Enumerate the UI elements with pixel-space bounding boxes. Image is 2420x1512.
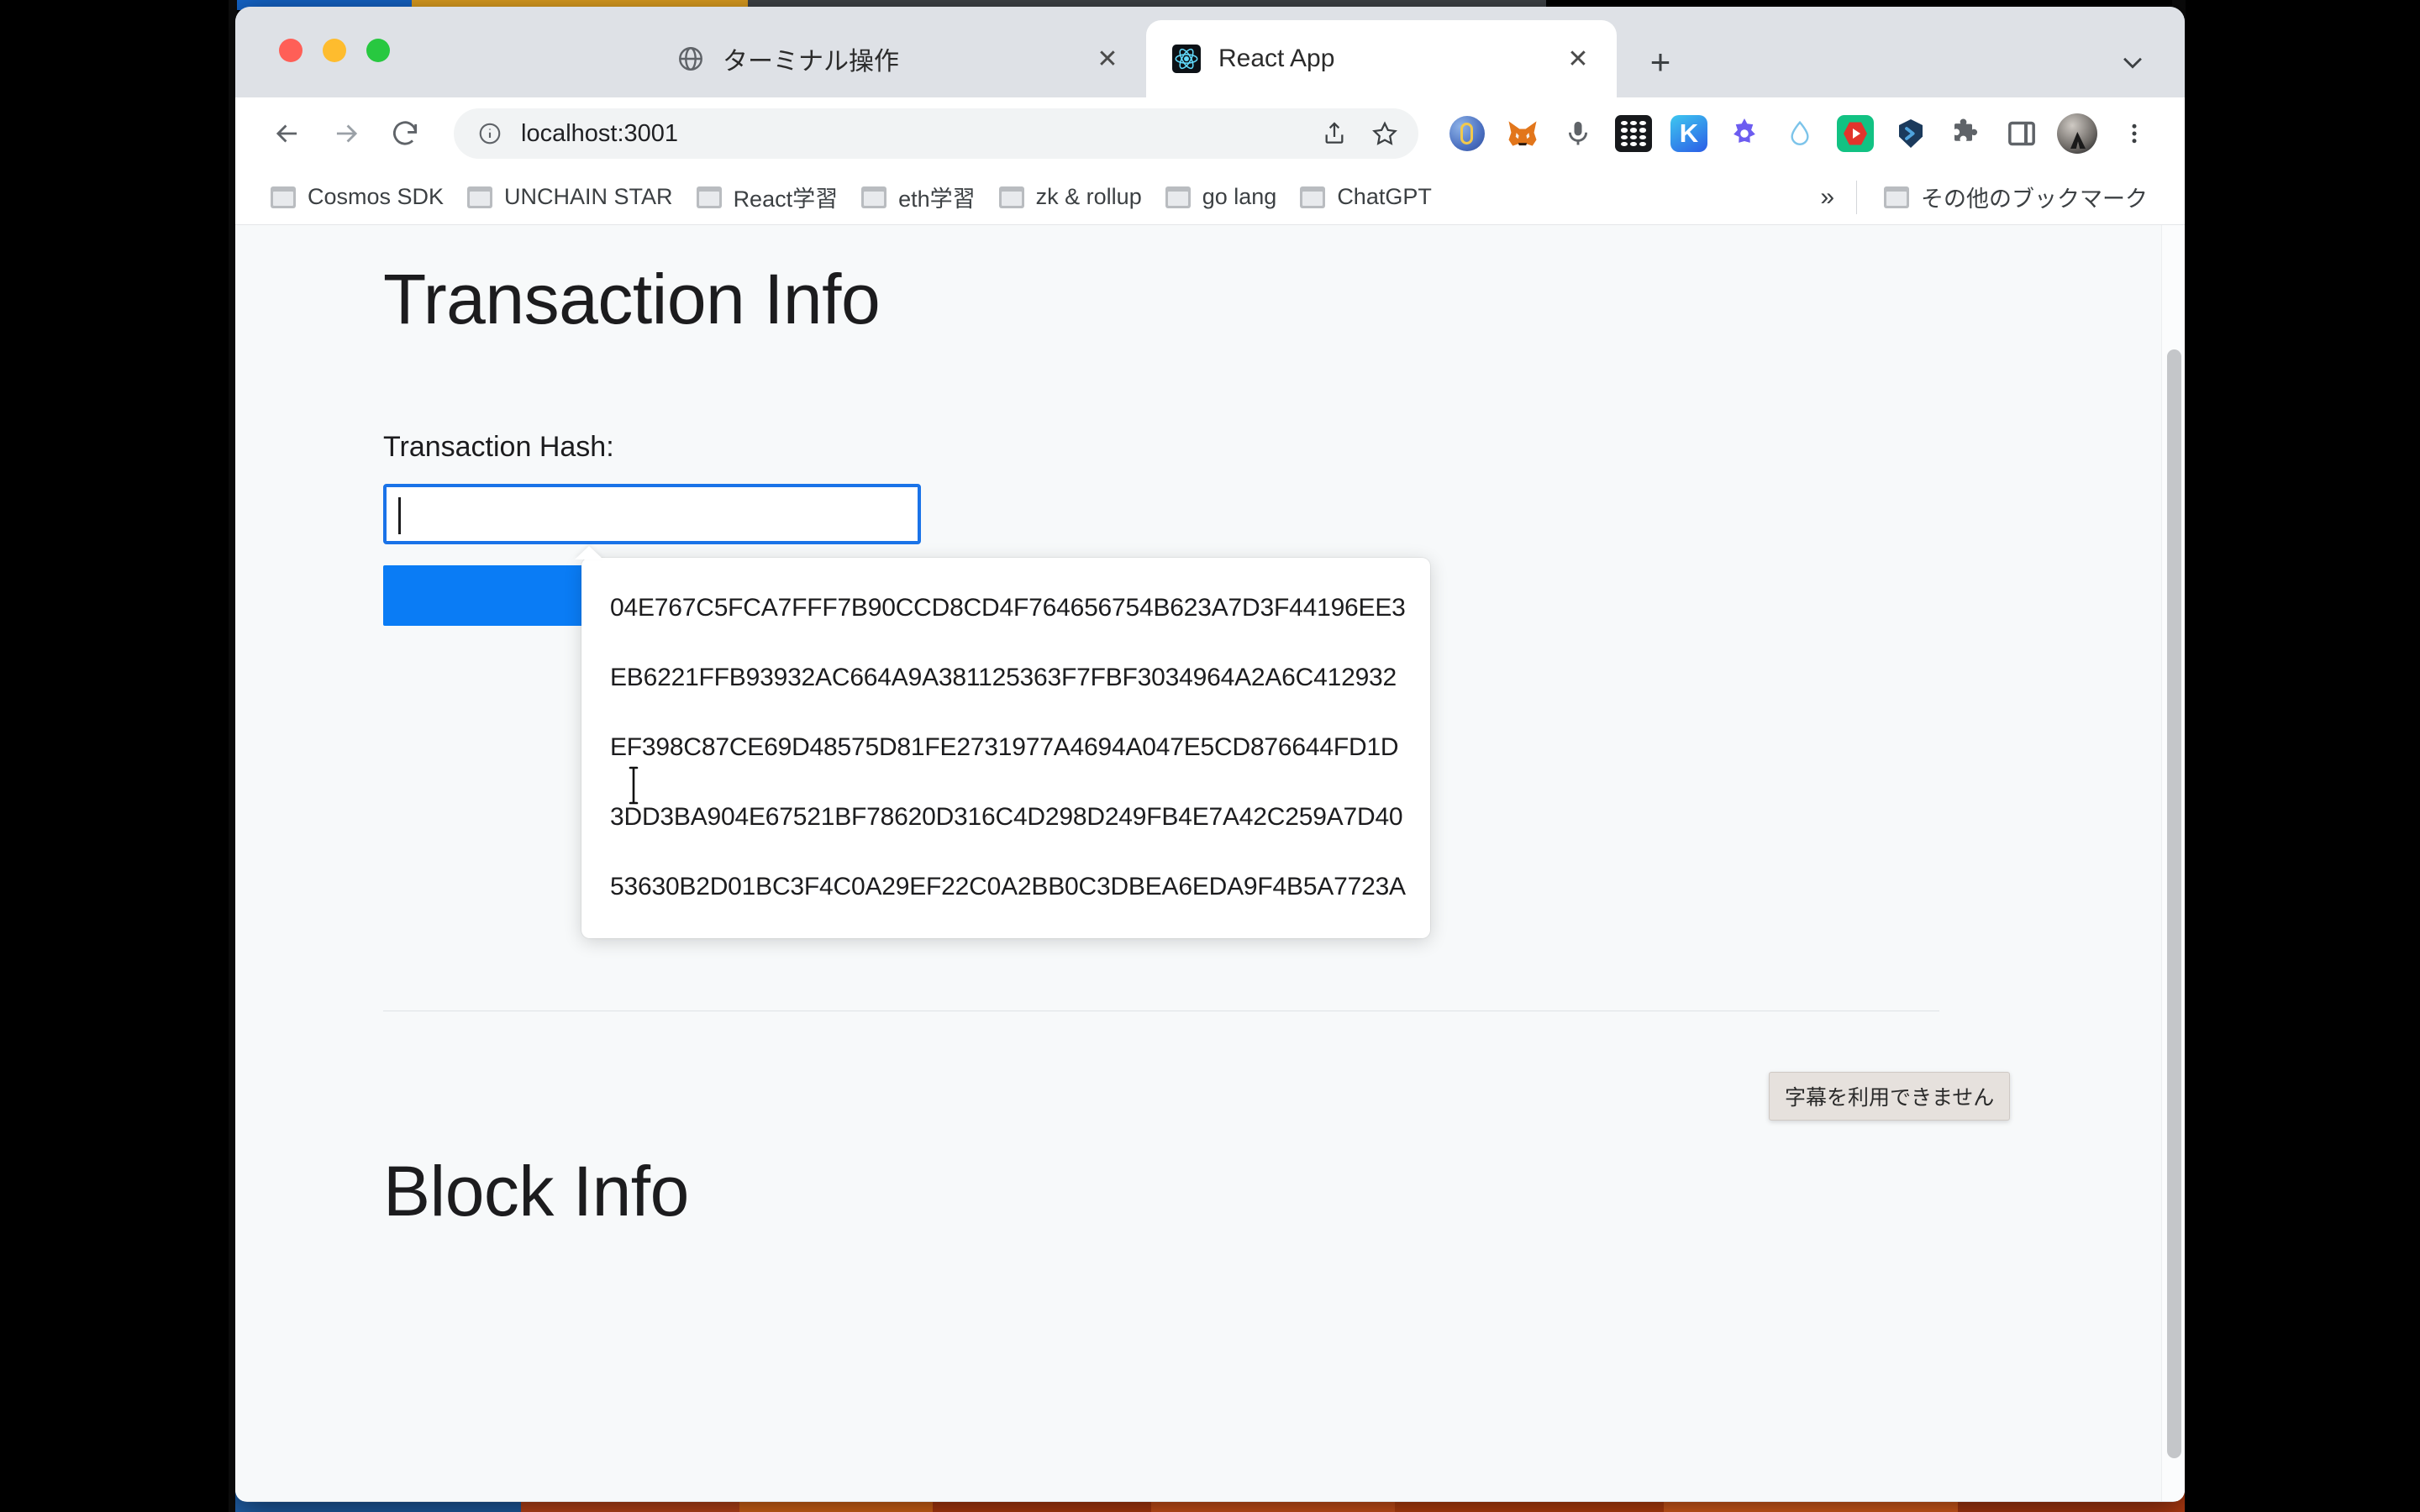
dropdown-arrow — [575, 546, 603, 559]
keplr-wallet-icon[interactable]: K — [1667, 112, 1711, 155]
window-traffic-lights — [279, 39, 390, 62]
react-app-page: Transaction Info Transaction Hash: Block… — [235, 225, 2185, 1501]
autocomplete-dropdown[interactable]: 04E767C5FCA7FFF7B90CCD8CD4F764656754B623… — [581, 558, 1430, 938]
bookmark-label: go lang — [1202, 184, 1277, 209]
avatar[interactable] — [2055, 112, 2099, 155]
video-recorder-icon[interactable] — [1833, 112, 1877, 155]
bookmark-zk-rollup[interactable]: zk & rollup — [987, 177, 1154, 218]
list-item[interactable]: 04E767C5FCA7FFF7B90CCD8CD4F764656754B623… — [581, 573, 1430, 643]
new-tab-button[interactable]: + — [1640, 42, 1681, 82]
bookmark-label: eth学習 — [898, 186, 976, 212]
tab-react-app[interactable]: React App ✕ — [1146, 20, 1617, 97]
page-scrollbar-thumb[interactable] — [2167, 349, 2181, 1458]
tab-title: ターミナル操作 — [723, 48, 899, 76]
transaction-hash-input[interactable] — [383, 484, 921, 544]
three-dots-icon[interactable] — [2112, 112, 2156, 155]
caption-unavailable-tooltip: 字幕を利用できません — [1769, 1072, 2011, 1121]
info-circle-icon[interactable] — [476, 119, 504, 148]
microphone-icon[interactable] — [1556, 112, 1600, 155]
bookmark-label: UNCHAIN STAR — [504, 184, 673, 209]
bookmark-label: React学習 — [733, 186, 839, 212]
bookmarks-divider — [1856, 180, 1857, 214]
globe-icon — [676, 44, 706, 74]
star-icon[interactable] — [1363, 112, 1407, 155]
text-ibeam-cursor — [625, 766, 642, 805]
phantom-wallet-icon[interactable] — [1445, 112, 1489, 155]
transaction-hash-label: Transaction Hash: — [383, 431, 614, 463]
browser-window: ターミナル操作 ✕ React App ✕ + localhost:3001 K… — [235, 7, 2185, 1502]
bookmark-chatgpt[interactable]: ChatGPT — [1288, 177, 1444, 218]
browser-toolbar: localhost:3001 K — [235, 97, 2185, 170]
chevron-down-icon[interactable] — [2114, 44, 2151, 81]
page-title: Transaction Info — [383, 260, 881, 339]
react-icon — [1171, 44, 1202, 74]
forward-button[interactable] — [323, 110, 370, 157]
folder-icon — [467, 186, 493, 208]
bookmark-label: Cosmos SDK — [308, 184, 445, 209]
list-item[interactable]: EB6221FFB93932AC664A9A381125363F7FBF3034… — [581, 643, 1430, 712]
metamask-fox-icon[interactable] — [1501, 112, 1544, 155]
reload-button[interactable] — [381, 110, 429, 157]
tab-title: React App — [1218, 45, 1335, 72]
folder-icon — [861, 186, 887, 208]
url-input[interactable]: localhost:3001 — [521, 120, 1306, 148]
address-bar[interactable]: localhost:3001 — [454, 108, 1418, 159]
folder-icon — [271, 186, 296, 208]
argent-wallet-icon[interactable] — [1889, 112, 1933, 155]
bookmark-label: zk & rollup — [1035, 184, 1142, 209]
share-icon[interactable] — [1313, 112, 1356, 155]
page-scrollbar[interactable] — [2161, 225, 2185, 1501]
bookmark-other-bookmarks[interactable]: その他のブックマーク — [1872, 177, 2160, 218]
folder-icon — [1165, 186, 1191, 208]
puzzle-piece-icon[interactable] — [1944, 112, 1988, 155]
window-maximize-button[interactable] — [366, 39, 390, 62]
bookmarks-bar: Cosmos SDK UNCHAIN STAR React学習 eth学習 zk… — [235, 170, 2185, 225]
bookmark-cosmos-sdk[interactable]: Cosmos SDK — [259, 177, 455, 218]
desktop-backdrop: ターミナル操作 ✕ React App ✕ + localhost:3001 K… — [0, 0, 2420, 1512]
folder-icon — [1884, 186, 1909, 208]
bookmark-label: ChatGPT — [1337, 184, 1432, 209]
close-icon[interactable]: ✕ — [1091, 42, 1124, 76]
list-item[interactable]: 3DD3BA904E67521BF78620D316C4D298D249FB4E… — [581, 782, 1430, 852]
submit-button[interactable] — [383, 565, 608, 626]
water-drop-icon[interactable] — [1778, 112, 1822, 155]
tab-strip: ターミナル操作 ✕ React App ✕ + — [235, 7, 2185, 97]
back-button[interactable] — [264, 110, 311, 157]
bookmark-react-study[interactable]: React学習 — [685, 177, 850, 218]
bookmark-unchain-star[interactable]: UNCHAIN STAR — [455, 177, 685, 218]
bookmark-label: その他のブックマーク — [1921, 186, 2148, 212]
list-item[interactable]: EF398C87CE69D48575D81FE2731977A4694A047E… — [581, 712, 1430, 782]
close-icon[interactable]: ✕ — [1561, 42, 1595, 76]
folder-icon — [696, 186, 722, 208]
page-viewport: Transaction Info Transaction Hash: Block… — [235, 225, 2185, 1501]
side-panel-icon[interactable] — [2000, 112, 2044, 155]
folder-icon — [998, 186, 1024, 208]
block-info-title: Block Info — [383, 1152, 689, 1231]
window-close-button[interactable] — [279, 39, 302, 62]
folder-icon — [1300, 186, 1326, 208]
text-caret — [398, 497, 401, 534]
bookmark-go-lang[interactable]: go lang — [1154, 177, 1289, 218]
bookmarks-overflow-button[interactable]: » — [1802, 183, 1853, 212]
keypad-grid-icon[interactable] — [1612, 112, 1655, 155]
list-item[interactable]: 53630B2D01BC3F4C0A29EF22C0A2BB0C3DBEA6ED… — [581, 852, 1430, 921]
rabby-wallet-icon[interactable] — [1723, 112, 1766, 155]
bookmark-eth-study[interactable]: eth学習 — [850, 177, 987, 218]
window-minimize-button[interactable] — [323, 39, 346, 62]
tab-terminal-operation[interactable]: ターミナル操作 ✕ — [650, 20, 1146, 97]
